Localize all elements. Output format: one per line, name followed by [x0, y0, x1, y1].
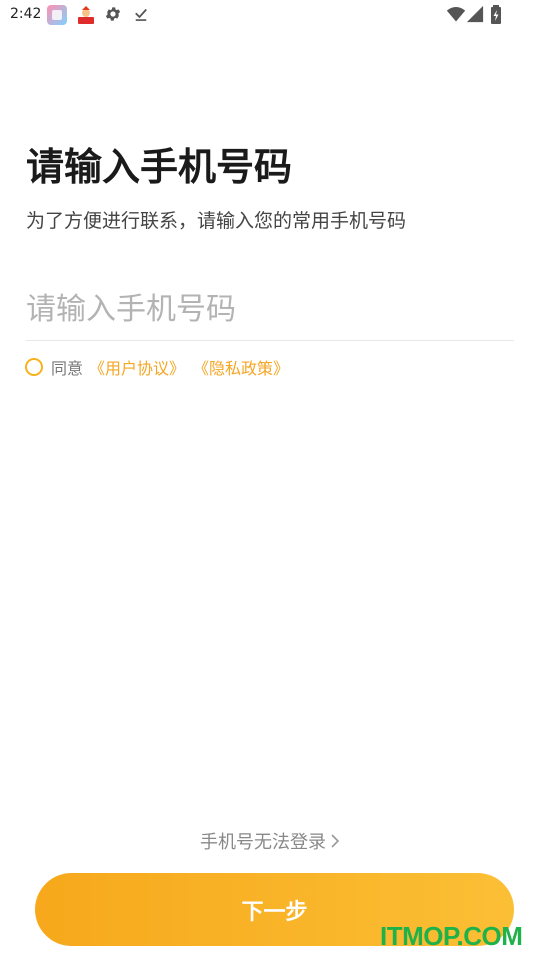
wifi-icon	[446, 5, 466, 27]
status-time: 2:42	[10, 6, 42, 22]
page-title: 请输入手机号码	[26, 145, 293, 189]
app-icon	[76, 5, 96, 25]
cannot-login-label: 手机号无法登录	[200, 832, 326, 853]
phone-number-input[interactable]	[26, 284, 514, 334]
input-divider	[26, 340, 514, 341]
signal-icon	[466, 5, 484, 27]
agree-label: 同意	[51, 359, 84, 378]
download-done-icon	[132, 5, 150, 27]
cannot-login-link[interactable]: 手机号无法登录	[0, 828, 540, 854]
privacy-policy-link[interactable]: 《隐私政策》	[193, 355, 289, 379]
battery-charging-icon	[490, 5, 502, 29]
watermark-logo: ITMOP.COM	[380, 921, 523, 951]
agreement-row: 同意 《用户协议》 《隐私政策》	[25, 356, 297, 378]
gear-icon	[104, 5, 122, 27]
agreement-checkbox[interactable]	[25, 358, 43, 376]
status-bar: 2:42	[0, 0, 540, 30]
chevron-right-icon	[330, 832, 340, 853]
page-subtitle: 为了方便进行联系，请输入您的常用手机号码	[26, 210, 407, 232]
app-icon	[47, 5, 67, 25]
user-agreement-link[interactable]: 《用户协议》	[89, 355, 185, 379]
